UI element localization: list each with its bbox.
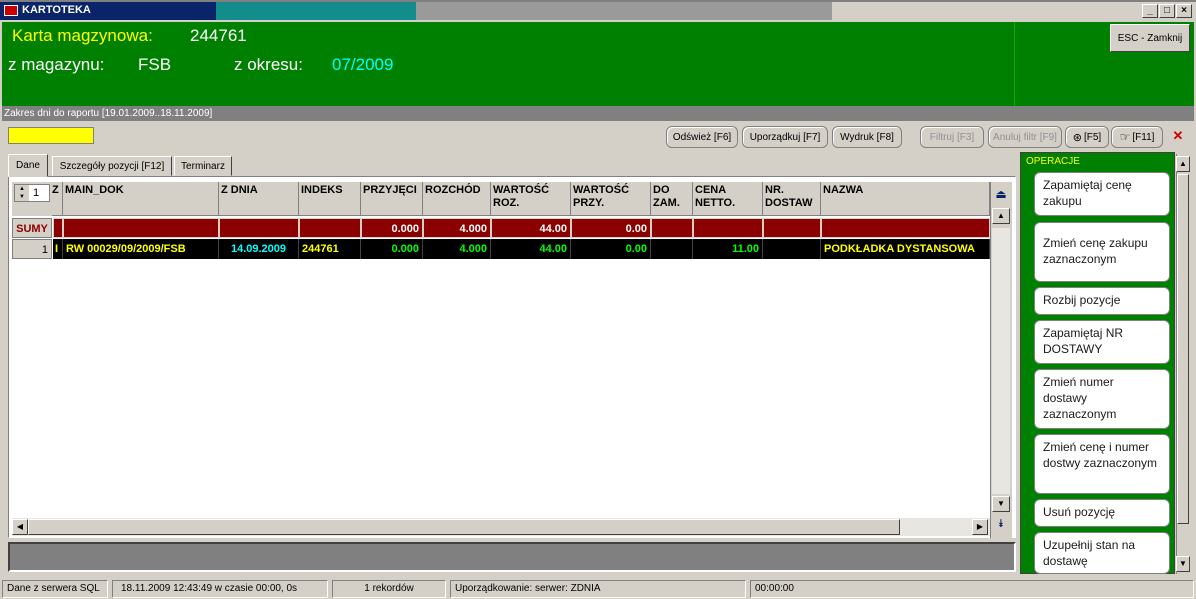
column-header[interactable]: Z	[52, 182, 63, 216]
row-number[interactable]: 1	[12, 239, 52, 259]
sumy-rozchod: 4.000	[423, 218, 491, 238]
vertical-scroll-track[interactable]	[992, 228, 1010, 494]
column-header[interactable]: INDEKS	[299, 182, 361, 216]
print-button[interactable]: Wydruk [F8]	[832, 126, 902, 148]
table-cell[interactable]: 44.00	[491, 239, 571, 259]
scroll-top-icon[interactable]: ⏏	[992, 184, 1010, 204]
search-input[interactable]	[8, 127, 94, 144]
sumy-cell	[299, 218, 361, 238]
sumy-label: SUMY	[12, 218, 52, 238]
status-sort: Uporządkowanie: serwer: ZDNIA	[450, 580, 746, 598]
okres-label: z okresu:	[234, 55, 303, 74]
column-header[interactable]: Z DNIA	[219, 182, 299, 216]
table-cell[interactable]: I	[53, 239, 63, 259]
column-header[interactable]: PRZYJĘCI	[361, 182, 423, 216]
app-icon	[4, 5, 18, 16]
sumy-cell	[821, 218, 990, 238]
binoculars-icon: ⊛	[1072, 131, 1082, 144]
operations-title: OPERACJE	[1026, 156, 1080, 167]
op-split-button[interactable]: Rozbij pozycje	[1034, 287, 1170, 315]
range-text: Zakres dni do raportu [19.01.2009..18.11…	[4, 108, 213, 119]
ops-scroll-up-icon[interactable]: ▲	[1176, 156, 1190, 172]
status-time: 00:00:00	[750, 580, 1194, 598]
window-title: KARTOTEKA	[22, 4, 91, 16]
tab-szczegoly[interactable]: Szczegóły pozycji [F12]	[52, 156, 172, 176]
sumy-cell	[219, 218, 299, 238]
table-cell[interactable]: 0.00	[571, 239, 651, 259]
status-datetime: 18.11.2009 12:43:49 w czasie 00:00, 0s	[112, 580, 328, 598]
column-header[interactable]: NAZWA	[821, 182, 990, 216]
sumy-cell	[763, 218, 821, 238]
magazyn-label: z magazynu:	[8, 55, 105, 74]
op-change-price-delivery-button[interactable]: Zmień cenę i numer dostwy zaznaczonym	[1034, 434, 1170, 494]
table-cell[interactable]: RW 00029/09/2009/FSB	[63, 239, 219, 259]
ops-scroll-down-icon[interactable]: ▼	[1176, 556, 1190, 572]
filter-button[interactable]: Filtruj [F3]	[920, 126, 984, 148]
karta-label: Karta magzynowa:	[12, 26, 153, 45]
f11-label: [F11]	[1132, 131, 1155, 143]
refresh-button[interactable]: Odśwież [F6]	[666, 126, 738, 148]
f5-button[interactable]: ⊛ [F5]	[1065, 126, 1109, 148]
spinner-arrows-icon[interactable]: ▲ ▼	[15, 185, 29, 201]
op-delete-button[interactable]: Usuń pozycję	[1034, 499, 1170, 527]
table-cell[interactable]: PODKŁADKA DYSTANSOWA	[821, 239, 990, 259]
sort-button[interactable]: Uporządkuj [F7]	[742, 126, 828, 148]
f11-button[interactable]: ☞ [F11]	[1111, 126, 1163, 148]
clear-icon[interactable]: ✕	[1168, 128, 1188, 146]
table-cell[interactable]: 244761	[299, 239, 361, 259]
table-cell[interactable]	[651, 239, 693, 259]
status-source: Dane z serwera SQL	[2, 580, 108, 598]
okres-value: 07/2009	[332, 55, 394, 74]
table-cell[interactable]	[763, 239, 821, 259]
tab-terminarz[interactable]: Terminarz	[174, 156, 232, 176]
op-change-delivery-button[interactable]: Zmień numer dostawy zaznaczonym	[1034, 369, 1170, 429]
f5-label: [F5]	[1083, 131, 1102, 143]
magazyn-value: FSB	[138, 55, 172, 74]
header-divider	[1014, 22, 1015, 106]
esc-close-button[interactable]: ESC - Zamknij	[1110, 24, 1190, 52]
column-header[interactable]: WARTOŚĆ ROZ.	[491, 182, 571, 216]
title-bar[interactable]	[0, 0, 1196, 20]
scroll-bottom-icon[interactable]: ⯯	[992, 514, 1010, 534]
sumy-wartosc-roz: 44.00	[491, 218, 571, 238]
close-button[interactable]: ×	[1176, 4, 1192, 18]
table-cell[interactable]: 11.00	[693, 239, 763, 259]
maximize-button[interactable]: □	[1159, 4, 1175, 18]
scroll-left-icon[interactable]: ◀	[12, 519, 28, 535]
tab-dane[interactable]: Dane	[8, 154, 48, 177]
minimize-button[interactable]: _	[1142, 4, 1158, 18]
op-save-delivery-button[interactable]: Zapamiętaj NR DOSTAWY	[1034, 320, 1170, 364]
op-change-price-button[interactable]: Zmień cenę zakupu zaznaczonym	[1034, 222, 1170, 282]
table-cell[interactable]: 4.000	[423, 239, 491, 259]
scroll-up-icon[interactable]: ▲	[992, 208, 1010, 224]
pointing-hand-icon: ☞	[1119, 130, 1131, 144]
sumy-cell	[53, 218, 63, 238]
scroll-down-icon[interactable]: ▼	[992, 496, 1010, 512]
sumy-przyjecie: 0.000	[361, 218, 423, 238]
table-cell[interactable]: 0.000	[361, 239, 423, 259]
op-save-price-button[interactable]: Zapamiętaj cenę zakupu	[1034, 172, 1170, 216]
details-panel	[8, 542, 1016, 572]
status-records: 1 rekordów	[332, 580, 446, 598]
karta-value: 244761	[190, 26, 247, 45]
sumy-cell	[693, 218, 763, 238]
header-panel	[2, 22, 1194, 106]
column-header[interactable]: ROZCHÓD	[423, 182, 491, 216]
title-bar-segment	[416, 2, 832, 20]
op-fill-stock-button[interactable]: Uzupełnij stan na dostawę	[1034, 532, 1170, 574]
sumy-cell	[651, 218, 693, 238]
scroll-right-icon[interactable]: ▶	[972, 519, 988, 535]
cancel-filter-button[interactable]: Anuluj filtr [F9]	[988, 126, 1062, 148]
sumy-wartosc-przy: 0.00	[571, 218, 651, 238]
ops-scroll-thumb[interactable]	[1177, 174, 1189, 524]
column-header[interactable]: CENA NETTO.	[693, 182, 763, 216]
title-bar-segment	[216, 2, 416, 20]
sumy-cell	[63, 218, 219, 238]
column-header[interactable]: DO ZAM.	[651, 182, 693, 216]
column-header[interactable]: WARTOŚĆ PRZY.	[571, 182, 651, 216]
table-cell[interactable]: 14.09.2009	[219, 239, 299, 259]
column-header[interactable]: MAIN_DOK	[63, 182, 219, 216]
column-header[interactable]: NR. DOSTAW	[763, 182, 821, 216]
horizontal-scroll-thumb[interactable]	[28, 519, 900, 535]
